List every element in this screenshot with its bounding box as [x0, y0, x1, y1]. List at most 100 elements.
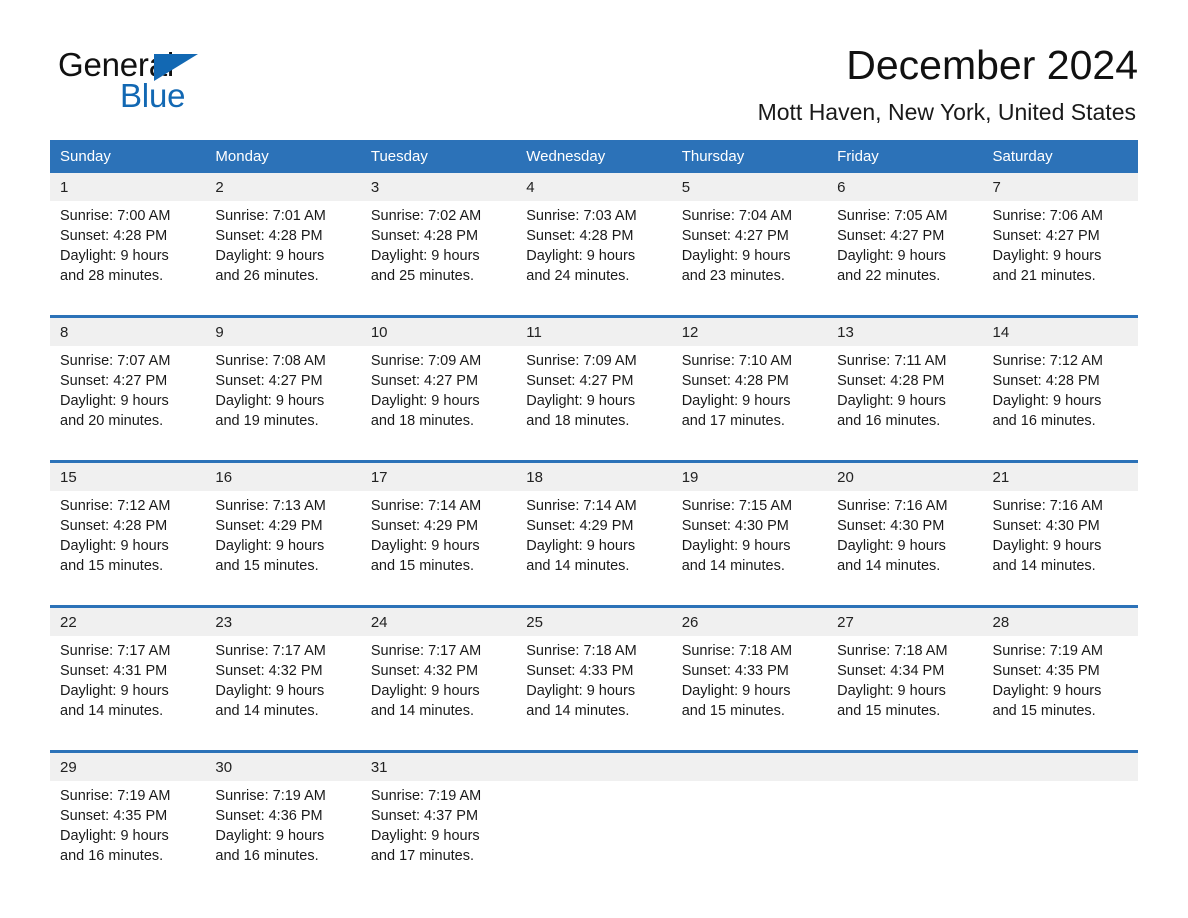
day-details: Sunrise: 7:00 AM Sunset: 4:28 PM Daylight:…	[50, 201, 206, 317]
daylight-duration-line1: Daylight: 9 hours	[215, 828, 325, 844]
week-daynumber-row: 22 23 24 25 26 27 28	[50, 605, 1138, 636]
day-number[interactable]: 27	[827, 605, 983, 636]
day-number[interactable]: 13	[827, 315, 983, 346]
day-number[interactable]: 30	[205, 750, 361, 781]
week-daynumber-row: 15 16 17 18 19 20 21	[50, 460, 1138, 491]
daylight-duration-line2: and 23 minutes.	[681, 268, 785, 284]
daylight-duration-line2: and 15 minutes.	[370, 558, 475, 574]
day-number[interactable]: 11	[516, 315, 672, 346]
sunset-time: Sunset: 4:32 PM	[370, 663, 479, 679]
weekday-header-wednesday: Wednesday	[516, 140, 672, 173]
sunrise-time: Sunrise: 7:09 AM	[370, 353, 482, 369]
daylight-duration-line2: and 20 minutes.	[60, 413, 164, 429]
daylight-duration-line2: and 15 minutes.	[837, 703, 941, 719]
day-details: Sunrise: 7:04 AM Sunset: 4:27 PM Daylight:…	[671, 201, 828, 317]
day-number[interactable]: 28	[982, 605, 1138, 636]
sunset-time: Sunset: 4:28 PM	[60, 518, 168, 534]
day-number[interactable]: 21	[982, 460, 1138, 491]
calendar-body: 1 2 3 4 5 6 7 Sunrise: 7:00 AM Sunset: 4:28 PM Da…	[50, 173, 1138, 895]
day-number[interactable]: 15	[50, 460, 206, 491]
daylight-duration-line1: Daylight: 9 hours	[992, 393, 1102, 409]
day-details: Sunrise: 7:05 AM Sunset: 4:27 PM Daylight:…	[827, 201, 983, 317]
daylight-duration-line2: and 14 minutes.	[526, 558, 630, 574]
sunset-time: Sunset: 4:28 PM	[215, 228, 323, 244]
day-number[interactable]: 20	[827, 460, 983, 491]
sunset-time: Sunset: 4:37 PM	[370, 808, 479, 824]
day-details: Sunrise: 7:19 AM Sunset: 4:37 PM Daylight:…	[360, 781, 517, 895]
day-number[interactable]: 10	[360, 315, 517, 346]
daylight-duration-line1: Daylight: 9 hours	[526, 393, 636, 409]
day-number[interactable]: 4	[516, 173, 672, 201]
day-number[interactable]: 7	[982, 173, 1138, 201]
day-details: Sunrise: 7:14 AM Sunset: 4:29 PM Daylight:…	[516, 491, 672, 607]
sunset-time: Sunset: 4:36 PM	[215, 808, 323, 824]
sunset-time: Sunset: 4:30 PM	[681, 518, 789, 534]
day-number[interactable]: 18	[516, 460, 672, 491]
daylight-duration-line2: and 24 minutes.	[526, 268, 630, 284]
sunrise-time: Sunrise: 7:19 AM	[370, 788, 482, 804]
daylight-duration-line2: and 14 minutes.	[526, 703, 630, 719]
week-detail-row: Sunrise: 7:19 AM Sunset: 4:35 PM Daylight:…	[50, 781, 1138, 895]
day-number[interactable]: 9	[205, 315, 361, 346]
week-detail-row: Sunrise: 7:07 AM Sunset: 4:27 PM Daylight:…	[50, 346, 1138, 462]
sunrise-time: Sunrise: 7:01 AM	[215, 208, 326, 224]
day-details: Sunrise: 7:19 AM Sunset: 4:35 PM Daylight:…	[50, 781, 206, 895]
sunset-time: Sunset: 4:27 PM	[215, 373, 323, 389]
weekday-header-friday: Friday	[827, 140, 983, 173]
day-number[interactable]: 1	[50, 173, 206, 201]
day-number[interactable]: 12	[671, 315, 828, 346]
sunrise-time: Sunrise: 7:17 AM	[215, 643, 326, 659]
daylight-duration-line1: Daylight: 9 hours	[215, 538, 325, 554]
sunrise-time: Sunrise: 7:16 AM	[992, 498, 1103, 514]
sunrise-time: Sunrise: 7:13 AM	[215, 498, 326, 514]
sunrise-time: Sunrise: 7:17 AM	[370, 643, 482, 659]
day-number[interactable]: 5	[671, 173, 828, 201]
day-number[interactable]: 29	[50, 750, 206, 781]
sunrise-time: Sunrise: 7:14 AM	[370, 498, 482, 514]
day-details: Sunrise: 7:12 AM Sunset: 4:28 PM Daylight:…	[50, 491, 206, 607]
day-number[interactable]: 17	[360, 460, 517, 491]
day-details: Sunrise: 7:12 AM Sunset: 4:28 PM Daylight:…	[982, 346, 1138, 462]
day-number[interactable]: 16	[205, 460, 361, 491]
daylight-duration-line1: Daylight: 9 hours	[837, 538, 946, 554]
sunset-time: Sunset: 4:27 PM	[837, 228, 945, 244]
day-details: Sunrise: 7:19 AM Sunset: 4:35 PM Daylight:…	[982, 636, 1138, 752]
sunset-time: Sunset: 4:29 PM	[215, 518, 323, 534]
sunset-time: Sunset: 4:28 PM	[370, 228, 479, 244]
sunrise-time: Sunrise: 7:17 AM	[60, 643, 171, 659]
sunrise-time: Sunrise: 7:07 AM	[60, 353, 171, 369]
daylight-duration-line1: Daylight: 9 hours	[992, 683, 1102, 699]
daylight-duration-line1: Daylight: 9 hours	[526, 683, 636, 699]
day-details: Sunrise: 7:09 AM Sunset: 4:27 PM Daylight:…	[360, 346, 517, 462]
day-details: Sunrise: 7:18 AM Sunset: 4:33 PM Daylight:…	[516, 636, 672, 752]
day-number-empty	[827, 750, 983, 781]
day-details: Sunrise: 7:18 AM Sunset: 4:33 PM Daylight:…	[671, 636, 828, 752]
day-number[interactable]: 2	[205, 173, 361, 201]
sunset-time: Sunset: 4:28 PM	[837, 373, 945, 389]
day-number[interactable]: 19	[671, 460, 828, 491]
sunset-time: Sunset: 4:33 PM	[526, 663, 634, 679]
day-number[interactable]: 22	[50, 605, 206, 636]
day-details: Sunrise: 7:17 AM Sunset: 4:31 PM Daylight:…	[50, 636, 206, 752]
daylight-duration-line1: Daylight: 9 hours	[992, 248, 1102, 264]
daylight-duration-line1: Daylight: 9 hours	[526, 538, 636, 554]
day-number-empty	[982, 750, 1138, 781]
day-number[interactable]: 25	[516, 605, 672, 636]
daylight-duration-line1: Daylight: 9 hours	[370, 393, 480, 409]
day-number[interactable]: 14	[982, 315, 1138, 346]
daylight-duration-line1: Daylight: 9 hours	[215, 393, 325, 409]
day-number[interactable]: 23	[205, 605, 361, 636]
day-number[interactable]: 31	[360, 750, 517, 781]
daylight-duration-line2: and 15 minutes.	[60, 558, 164, 574]
day-details-empty	[982, 781, 1138, 895]
day-number[interactable]: 6	[827, 173, 983, 201]
daylight-duration-line1: Daylight: 9 hours	[60, 683, 169, 699]
day-number[interactable]: 3	[360, 173, 517, 201]
daylight-duration-line1: Daylight: 9 hours	[370, 538, 480, 554]
daylight-duration-line2: and 14 minutes.	[215, 703, 319, 719]
day-number[interactable]: 8	[50, 315, 206, 346]
daylight-duration-line2: and 16 minutes.	[215, 848, 319, 864]
daylight-duration-line2: and 17 minutes.	[370, 848, 475, 864]
day-number[interactable]: 24	[360, 605, 517, 636]
day-number[interactable]: 26	[671, 605, 828, 636]
